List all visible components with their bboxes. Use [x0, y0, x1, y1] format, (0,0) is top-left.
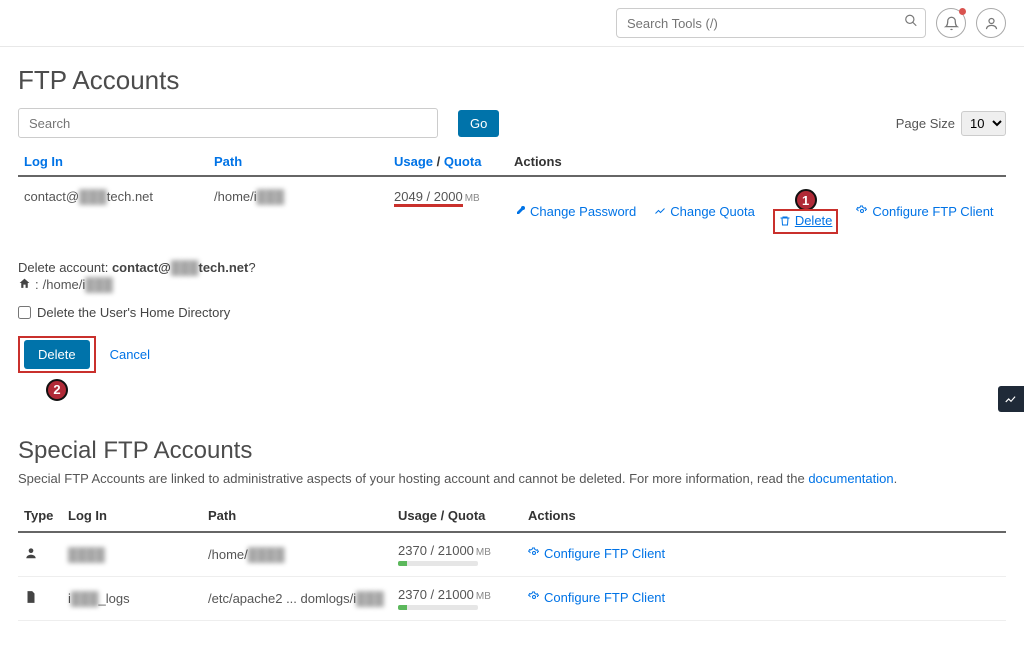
change-quota-link[interactable]: Change Quota — [654, 189, 755, 234]
col-quota-sort[interactable]: Quota — [444, 154, 482, 169]
search-icon — [904, 14, 918, 33]
search-tools-input[interactable] — [616, 8, 926, 38]
annotation-box-1: Delete — [773, 209, 839, 234]
stats-side-tab[interactable] — [998, 386, 1024, 412]
page-title: FTP Accounts — [18, 65, 1006, 96]
notification-dot — [959, 8, 966, 15]
ftp-account-row: contact@███tech.net /home/i███ 2049 / 20… — [18, 176, 1006, 246]
annotation-box-2: Delete — [18, 336, 96, 373]
confirm-delete-button[interactable]: Delete — [24, 340, 90, 369]
page-size-label: Page Size — [896, 116, 955, 131]
delete-home-dir-checkbox[interactable] — [18, 306, 31, 319]
configure-ftp-link-special-2[interactable]: Configure FTP Client — [528, 590, 665, 605]
special-usage: 2370 / 21000MB — [392, 576, 522, 620]
delete-home-dir-checkbox-label[interactable]: Delete the User's Home Directory — [18, 305, 1006, 320]
col-path-sort[interactable]: Path — [214, 154, 242, 169]
special-row: i███_logs /etc/apache2 ... domlogs/i███ … — [18, 576, 1006, 620]
annotation-2: 2 — [46, 379, 68, 401]
special-col-login: Log In — [62, 500, 202, 532]
annotation-1: 1 — [795, 189, 817, 211]
configure-ftp-link-special-1[interactable]: Configure FTP Client — [528, 546, 665, 561]
go-button[interactable]: Go — [458, 110, 499, 137]
home-icon — [18, 277, 31, 293]
special-col-actions: Actions — [522, 500, 1006, 532]
change-password-link[interactable]: Change Password — [514, 189, 636, 234]
user-icon — [18, 532, 62, 577]
special-row: ████ /home/████ 2370 / 21000MB Configure… — [18, 532, 1006, 577]
delete-confirm-panel: Delete account: contact@███tech.net? : /… — [18, 260, 1006, 401]
special-login: i███_logs — [62, 576, 202, 620]
special-usage: 2370 / 21000MB — [392, 532, 522, 577]
notifications-button[interactable] — [936, 8, 966, 38]
special-col-usage: Usage / Quota — [392, 500, 522, 532]
special-path: /etc/apache2 ... domlogs/i███ — [202, 576, 392, 620]
home-path: /home/i███ — [43, 277, 113, 292]
documentation-link[interactable]: documentation — [808, 471, 893, 486]
cancel-link[interactable]: Cancel — [110, 347, 150, 362]
filter-search-input[interactable] — [18, 108, 438, 138]
special-path: /home/████ — [202, 532, 392, 577]
account-usage: 2049 / 2000MB — [388, 176, 508, 246]
page-size-select[interactable]: 10 — [961, 111, 1006, 136]
col-usage-sort[interactable]: Usage — [394, 154, 433, 169]
col-actions: Actions — [508, 146, 1006, 176]
account-path: /home/i███ — [208, 176, 388, 246]
special-col-path: Path — [202, 500, 392, 532]
configure-ftp-link[interactable]: Configure FTP Client — [856, 189, 993, 234]
delete-account-link[interactable]: Delete — [779, 213, 833, 228]
special-col-type: Type — [18, 500, 62, 532]
user-menu-button[interactable] — [976, 8, 1006, 38]
file-icon — [18, 576, 62, 620]
special-accounts-desc: Special FTP Accounts are linked to admin… — [18, 471, 1006, 486]
special-login: ████ — [62, 532, 202, 577]
special-accounts-title: Special FTP Accounts — [18, 437, 1006, 465]
search-tools-wrapper — [616, 8, 926, 38]
col-login-sort[interactable]: Log In — [24, 154, 63, 169]
account-login: contact@███tech.net — [18, 176, 208, 246]
